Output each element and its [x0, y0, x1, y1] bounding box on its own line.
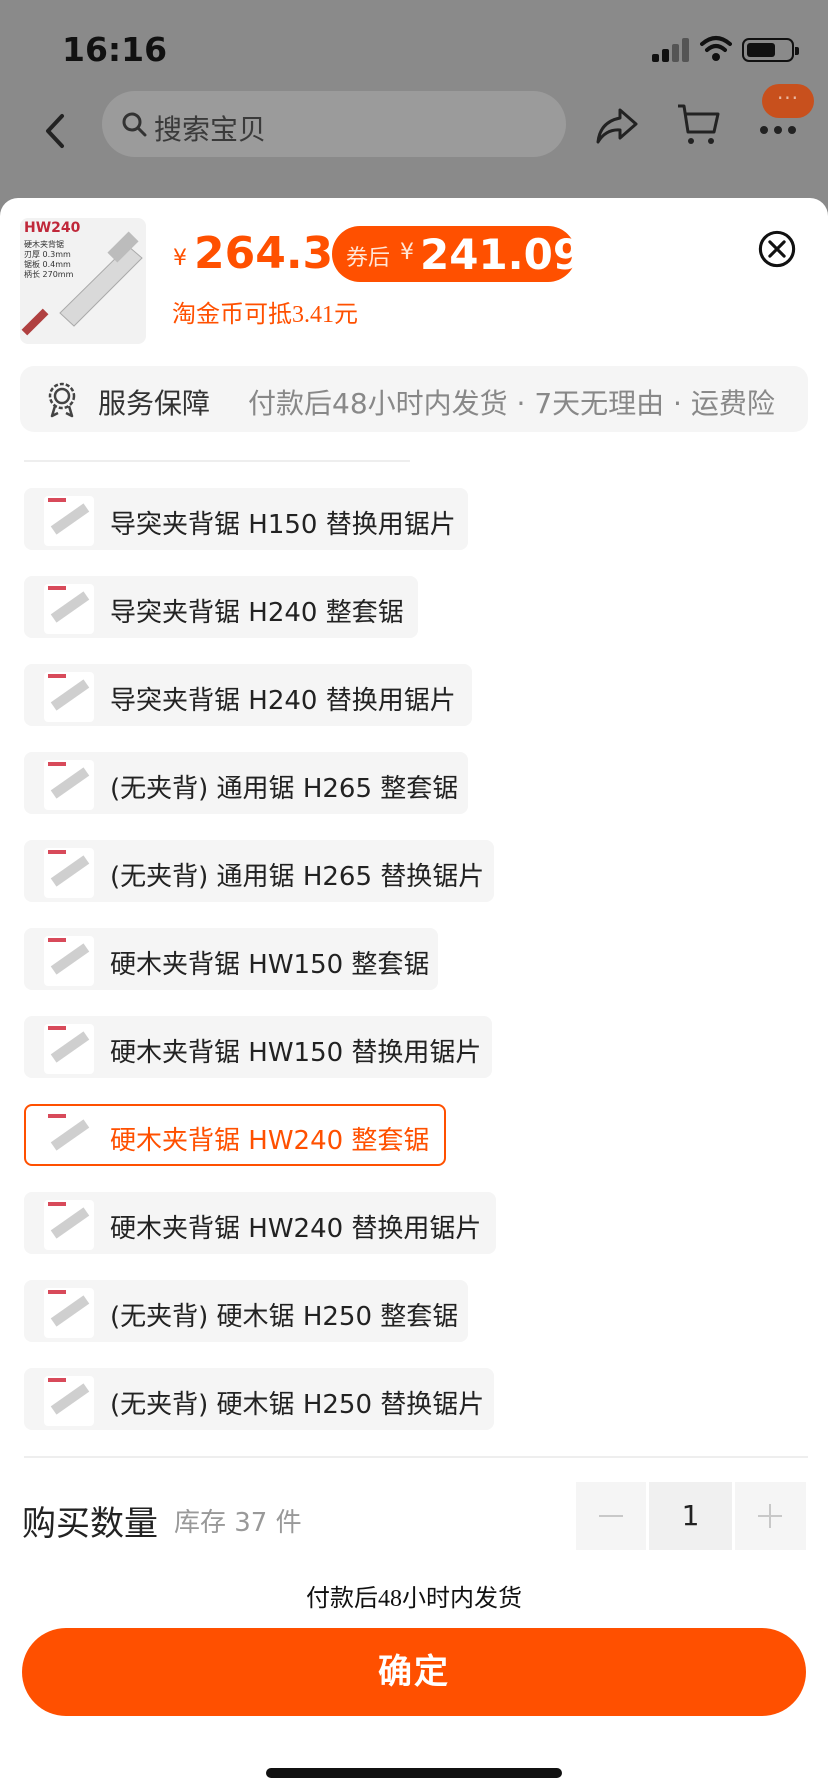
coupon-price-badge: 券后 ¥ 241.09	[332, 226, 582, 282]
sku-image	[44, 848, 94, 898]
close-icon[interactable]	[758, 230, 796, 268]
sku-label: 导突夹背锯 H240 替换用锯片	[110, 686, 456, 716]
sku-label: (无夹背) 硬木锯 H250 替换锯片	[110, 1390, 485, 1420]
home-indicator	[266, 1768, 562, 1778]
sku-label: 硬木夹背锯 HW240 替换用锯片	[110, 1214, 482, 1244]
increase-button[interactable]	[735, 1482, 806, 1550]
sku-label: 导突夹背锯 H150 替换用锯片	[110, 510, 456, 540]
service-detail: 付款后48小时内发货 · 7天无理由 · 运费险	[248, 387, 775, 420]
sku-option[interactable]: 硬木夹背锯 HW240 替换用锯片	[24, 1192, 496, 1254]
sku-option[interactable]: (无夹背) 硬木锯 H250 替换锯片	[24, 1368, 494, 1430]
sku-option[interactable]: 硬木夹背锯 HW150 替换用锯片	[24, 1016, 492, 1078]
stock-count: 库存 37 件	[174, 1508, 302, 1538]
sku-image	[44, 1288, 94, 1338]
sku-option[interactable]: 硬木夹背锯 HW150 整套锯	[24, 928, 438, 990]
coupon-price: 241.09	[420, 230, 583, 279]
quantity-stepper: 1	[576, 1482, 806, 1550]
sku-label: 硬木夹背锯 HW150 整套锯	[110, 950, 430, 980]
quantity-label: 购买数量	[22, 1504, 158, 1544]
sku-label: 硬木夹背锯 HW240 整套锯	[110, 1126, 430, 1156]
search-icon	[122, 112, 147, 137]
coupon-prefix: 券后	[346, 246, 391, 271]
wifi-icon	[700, 36, 732, 61]
sku-image	[44, 584, 94, 634]
sku-label: (无夹背) 硬木锯 H250 整套锯	[110, 1302, 459, 1332]
sku-image	[44, 1200, 94, 1250]
minus-icon	[599, 1515, 623, 1517]
sku-label: (无夹背) 通用锯 H265 整套锯	[110, 774, 459, 804]
shipping-note: 付款后48小时内发货	[306, 1586, 522, 1612]
confirm-button[interactable]: 确定	[22, 1628, 806, 1716]
signal-icon	[652, 38, 692, 62]
sku-image	[44, 1024, 94, 1074]
sku-image	[44, 672, 94, 722]
top-nav: 搜索宝贝 ···	[0, 84, 828, 188]
service-guarantee[interactable]: 服务保障 付款后48小时内发货 · 7天无理由 · 运费险	[20, 366, 808, 432]
search-bar[interactable]: 搜索宝贝	[102, 91, 566, 157]
battery-icon	[742, 38, 799, 62]
price: 264.3	[194, 228, 334, 279]
saw-image	[21, 231, 143, 336]
sku-image	[44, 496, 94, 546]
decrease-button[interactable]	[576, 1482, 646, 1550]
coupon-currency: ¥	[400, 240, 414, 265]
sku-option-selected[interactable]: 硬木夹背锯 HW240 整套锯	[24, 1104, 446, 1166]
divider	[24, 460, 410, 462]
coin-discount: 淘金币可抵3.41元	[172, 302, 358, 328]
cart-icon[interactable]	[676, 102, 720, 148]
status-bar: 16:16	[0, 0, 828, 90]
sku-option[interactable]: (无夹背) 通用锯 H265 整套锯	[24, 752, 468, 814]
sku-image	[44, 1112, 94, 1162]
sku-option[interactable]: 导突夹背锯 H240 整套锯	[24, 576, 418, 638]
search-placeholder: 搜索宝贝	[154, 113, 267, 146]
sku-sheet: HW240 硬木夹背锯 刃厚 0.3mm 锯板 0.4mm 柄长 270mm ¥…	[0, 198, 828, 1792]
quantity-value[interactable]: 1	[649, 1482, 732, 1550]
sku-image	[44, 760, 94, 810]
sku-label: (无夹背) 通用锯 H265 替换锯片	[110, 862, 485, 892]
sku-option[interactable]: 导突夹背锯 H240 替换用锯片	[24, 664, 472, 726]
sku-label: 导突夹背锯 H240 整套锯	[110, 598, 404, 628]
status-time: 16:16	[62, 30, 168, 69]
sku-label: 硬木夹背锯 HW150 替换用锯片	[110, 1038, 482, 1068]
badge-icon	[48, 382, 76, 418]
sku-option[interactable]: (无夹背) 通用锯 H265 替换锯片	[24, 840, 494, 902]
sku-image	[44, 1376, 94, 1426]
back-arrow-icon[interactable]	[36, 106, 76, 156]
message-badge[interactable]: ···	[762, 84, 814, 118]
sku-option[interactable]: 导突夹背锯 H150 替换用锯片	[24, 488, 468, 550]
sku-option[interactable]: (无夹背) 硬木锯 H250 整套锯	[24, 1280, 468, 1342]
service-title: 服务保障	[98, 387, 211, 420]
divider	[24, 1456, 808, 1458]
product-thumbnail[interactable]: HW240 硬木夹背锯 刃厚 0.3mm 锯板 0.4mm 柄长 270mm	[20, 218, 146, 344]
price-currency: ¥	[173, 246, 187, 271]
share-icon[interactable]	[594, 104, 640, 146]
sku-image	[44, 936, 94, 986]
